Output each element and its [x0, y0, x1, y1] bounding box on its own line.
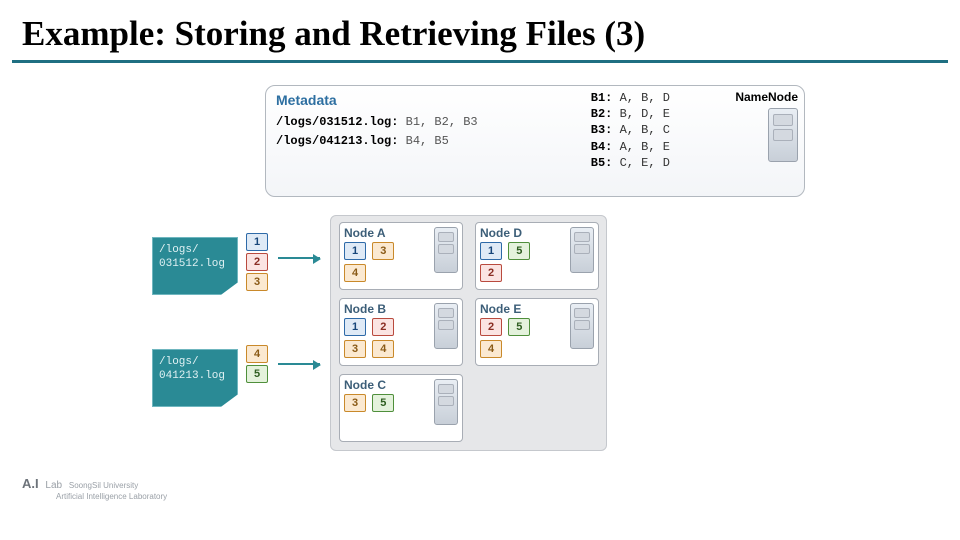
node-row: 2 5 [480, 318, 594, 340]
block-3: 3 [246, 273, 268, 291]
file-line: 031512.log [159, 258, 231, 272]
block-chip: 5 [508, 318, 530, 336]
block-chip: 2 [372, 318, 394, 336]
node-row: 2 [480, 264, 594, 286]
block-replica-map: B1: A, B, D B2: B, D, E B3: A, B, C B4: … [591, 90, 670, 171]
block-chip: 5 [508, 242, 530, 260]
block-2: 2 [246, 253, 268, 271]
node-d: Node D 1 5 2 [475, 222, 599, 290]
datanodes-panel: Node A 1 3 4 Node B 1 2 3 4 Node C [330, 215, 607, 451]
namenode-area: NameNode [678, 90, 798, 162]
node-e: Node E 2 5 4 [475, 298, 599, 366]
block-chip: 5 [372, 394, 394, 412]
arrow-icon [278, 257, 320, 259]
metadata-panel: Metadata /logs/031512.log: B1, B2, B3 /l… [265, 85, 805, 197]
diagram-area: Metadata /logs/031512.log: B1, B2, B3 /l… [0, 67, 960, 497]
node-row: 3 4 [344, 340, 458, 362]
node-a: Node A 1 3 4 [339, 222, 463, 290]
file-blocks: B4, B5 [406, 134, 449, 148]
block-chip: 1 [344, 242, 366, 260]
block-chip: 4 [480, 340, 502, 358]
node-row: 1 3 [344, 242, 458, 264]
block-chip: 2 [480, 318, 502, 336]
node-row: 1 2 [344, 318, 458, 340]
block-chip: 2 [480, 264, 502, 282]
footer-univ: SoongSil University [69, 481, 138, 490]
block-chip: 3 [344, 340, 366, 358]
block-chip: 4 [372, 340, 394, 358]
node-row: 1 5 [480, 242, 594, 264]
node-row: 3 5 [344, 394, 458, 416]
block-5: 5 [246, 365, 268, 383]
node-b: Node B 1 2 3 4 [339, 298, 463, 366]
node-row: 4 [344, 264, 458, 286]
file-path: /logs/041213.log: [276, 134, 398, 148]
block-chip: 4 [344, 264, 366, 282]
file-line: 041213.log [159, 370, 231, 384]
block-chip: 1 [344, 318, 366, 336]
footer-brand: A.I [22, 476, 39, 491]
node-row: 4 [480, 340, 594, 362]
namenode-label: NameNode [678, 90, 798, 104]
block-4: 4 [246, 345, 268, 363]
footer-lab-full: Artificial Intelligence Laboratory [56, 492, 167, 501]
arrow-icon [278, 363, 320, 365]
node-c: Node C 3 5 [339, 374, 463, 442]
block-chip: 3 [344, 394, 366, 412]
input-file-2: /logs/ 041213.log [152, 349, 238, 407]
footer-lab: Lab [45, 480, 62, 491]
file-line: /logs/ [159, 244, 231, 258]
server-icon [768, 108, 798, 162]
input-file-1: /logs/ 031512.log [152, 237, 238, 295]
title-divider [12, 60, 948, 63]
file-blocks: B1, B2, B3 [406, 115, 478, 129]
page-title: Example: Storing and Retrieving Files (3… [0, 0, 960, 60]
lab-footer: A.I Lab SoongSil University Artificial I… [22, 476, 167, 502]
block-1: 1 [246, 233, 268, 251]
file-line: /logs/ [159, 356, 231, 370]
block-chip: 1 [480, 242, 502, 260]
file-path: /logs/031512.log: [276, 115, 398, 129]
block-chip: 3 [372, 242, 394, 260]
